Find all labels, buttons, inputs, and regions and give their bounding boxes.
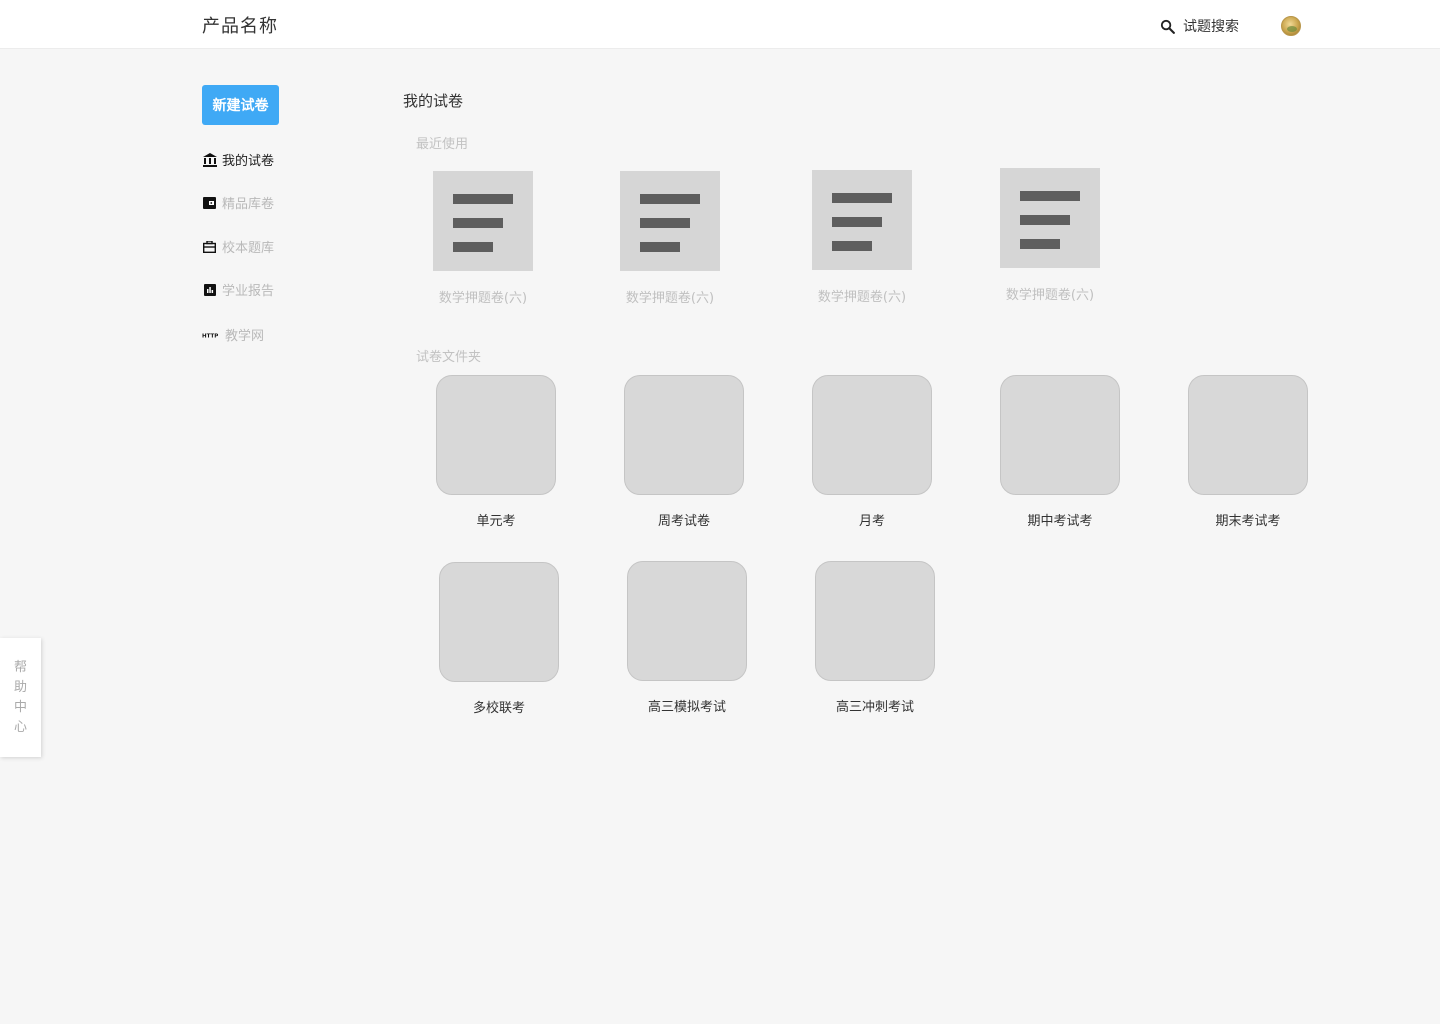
report-chart-icon	[202, 282, 217, 297]
sidebar-item-label: 学业报告	[222, 284, 275, 299]
folder-label[interactable]: 期中考试考	[980, 510, 1140, 529]
sidebar-item-teaching-web[interactable]: HTTP 教学网	[202, 325, 264, 344]
sidebar-item-my-papers[interactable]: 我的试卷	[202, 150, 274, 169]
help-char: 助	[13, 679, 27, 695]
folder-label[interactable]: 高三冲刺考试	[795, 696, 955, 715]
sidebar-item-label: 我的试卷	[222, 154, 275, 169]
folder-label[interactable]: 期末考试考	[1168, 510, 1328, 529]
search-icon	[1160, 19, 1175, 34]
folder-thumbnail[interactable]	[812, 375, 932, 495]
recent-paper-label[interactable]: 数学押题卷(六)	[782, 286, 942, 305]
sidebar-item-label: 校本题库	[222, 241, 275, 256]
sidebar-item-academic-report[interactable]: 学业报告	[202, 280, 274, 299]
search-button[interactable]: 试题搜索	[1159, 16, 1239, 36]
avatar[interactable]	[1281, 16, 1301, 36]
product-name: 产品名称	[202, 16, 278, 37]
folder-label[interactable]: 周考试卷	[604, 510, 764, 529]
recent-paper-label[interactable]: 数学押题卷(六)	[403, 287, 563, 306]
top-bar: 产品名称 试题搜索	[0, 0, 1440, 49]
new-paper-button[interactable]: 新建试卷	[202, 85, 279, 125]
recent-paper-thumbnail[interactable]	[812, 170, 912, 270]
help-char: 心	[13, 719, 27, 735]
http-icon: HTTP	[202, 327, 220, 342]
folder-label[interactable]: 单元考	[416, 510, 576, 529]
help-char: 中	[13, 699, 27, 715]
recent-paper-thumbnail[interactable]	[433, 171, 533, 271]
folder-label[interactable]: 多校联考	[419, 697, 579, 716]
folder-thumbnail[interactable]	[815, 561, 935, 681]
folders-section-title: 试卷文件夹	[416, 350, 482, 365]
briefcase-icon	[202, 239, 217, 254]
help-center-tab[interactable]: 帮 助 中 心	[0, 638, 41, 757]
folder-thumbnail[interactable]	[436, 375, 556, 495]
sidebar-item-label: 精品库卷	[222, 197, 275, 212]
recent-paper-label[interactable]: 数学押题卷(六)	[970, 284, 1130, 303]
folder-thumbnail[interactable]	[1188, 375, 1308, 495]
page-title: 我的试卷	[403, 92, 464, 110]
sidebar-item-school-bank[interactable]: 校本题库	[202, 237, 274, 256]
search-label: 试题搜索	[1183, 19, 1239, 35]
recent-paper-thumbnail[interactable]	[620, 171, 720, 271]
folder-label[interactable]: 月考	[792, 510, 952, 529]
wallet-icon	[202, 195, 217, 210]
help-char: 帮	[13, 659, 27, 675]
folder-thumbnail[interactable]	[624, 375, 744, 495]
recent-paper-thumbnail[interactable]	[1000, 168, 1100, 268]
svg-text:HTTP: HTTP	[202, 333, 218, 339]
sidebar-item-premium-papers[interactable]: 精品库卷	[202, 193, 274, 212]
folder-label[interactable]: 高三模拟考试	[607, 696, 767, 715]
bank-icon	[202, 152, 217, 167]
sidebar-item-label: 教学网	[225, 329, 265, 344]
folder-thumbnail[interactable]	[439, 562, 559, 682]
recent-section-title: 最近使用	[416, 137, 469, 152]
recent-paper-label[interactable]: 数学押题卷(六)	[590, 287, 750, 306]
folder-thumbnail[interactable]	[627, 561, 747, 681]
folder-thumbnail[interactable]	[1000, 375, 1120, 495]
